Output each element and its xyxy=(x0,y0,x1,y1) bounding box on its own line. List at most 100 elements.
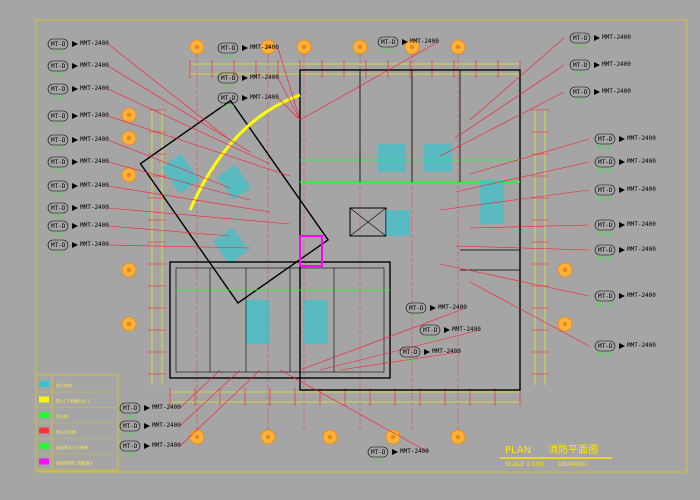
callout-note: T10-24 xyxy=(220,104,235,109)
callout-code: MMT-2400 xyxy=(80,112,109,119)
grid-bubble xyxy=(260,429,276,445)
callout-tag: MT-D MMT-2400 T10-24 xyxy=(47,83,271,165)
callout-note: T10-24 xyxy=(50,122,65,127)
callout-label: MT-D xyxy=(381,39,396,46)
grid-bubble xyxy=(352,39,368,55)
callout-note: T10-24 xyxy=(50,251,65,256)
callout-code: MMT-2400 xyxy=(80,136,109,143)
grid-bubble xyxy=(450,429,466,445)
callout-note: T10-24 xyxy=(50,214,65,219)
callout-code: MMT-2400 xyxy=(400,448,429,455)
title-cn: 消防平面图 xyxy=(548,443,598,456)
callout-note: T10-24 xyxy=(597,145,612,150)
grid-bubble xyxy=(385,429,401,445)
callout-label: MT-D xyxy=(221,75,236,82)
callout-code: MMT-2400 xyxy=(602,61,631,68)
callout-code: MMT-2400 xyxy=(80,40,109,47)
grid-bubble xyxy=(189,39,205,55)
callout-label: MT-D xyxy=(598,293,613,300)
callout-note: T10-24 xyxy=(572,71,587,76)
callout-label: MT-D xyxy=(123,405,138,412)
callout-label: MT-D xyxy=(51,205,66,212)
grid-bubble xyxy=(121,316,137,332)
callout-label: MT-D xyxy=(51,159,66,166)
legend-label: 应急照明灯 疏散指示 xyxy=(56,460,93,466)
legend-swatch xyxy=(39,396,49,403)
callout-code: MMT-2400 xyxy=(452,326,481,333)
legend-label: 自动喷水灭火系统 xyxy=(56,444,88,450)
grid-bubble xyxy=(121,167,137,183)
callout-note: T10-24 xyxy=(122,414,137,419)
callout-note: T10-24 xyxy=(50,232,65,237)
grid-bubble xyxy=(557,262,573,278)
legend-label: 防火卷帘 xyxy=(56,382,72,388)
callout-code: MMT-2400 xyxy=(438,304,467,311)
callout-note: T10-24 xyxy=(597,256,612,261)
callout-code: MMT-2400 xyxy=(627,186,656,193)
callout-label: MT-D xyxy=(598,222,613,229)
callout-tag: MT-D MMT-2400 T10-24 xyxy=(454,59,631,139)
callout-note: T10-24 xyxy=(50,95,65,100)
callout-note: T10-24 xyxy=(122,452,137,457)
callout-tag: MT-D MMT-2400 T10-24 xyxy=(439,184,656,211)
callout-code: MMT-2400 xyxy=(410,38,439,45)
callout-code: MMT-2400 xyxy=(602,88,631,95)
callout-code: MMT-2400 xyxy=(627,135,656,142)
callout-code: MMT-2400 xyxy=(627,342,656,349)
callout-label: MT-D xyxy=(598,159,613,166)
callout-code: MMT-2400 xyxy=(602,34,631,41)
legend-swatch xyxy=(39,443,49,449)
callout-note: T10-24 xyxy=(380,48,395,53)
callout-label: MT-D xyxy=(573,89,588,96)
callout-label: MT-D xyxy=(123,423,138,430)
floor-plan-drawing: MT-D MMT-2400 T10-24 MT-D MMT-2400 T10-24 MT-D… xyxy=(35,19,688,473)
callout-label: MT-D xyxy=(51,223,66,230)
callout-tag: MT-D MMT-2400 T10-24 xyxy=(469,32,631,121)
legend-swatch xyxy=(39,458,49,465)
grid-bubble xyxy=(121,107,137,123)
callout-code: MMT-2400 xyxy=(627,246,656,253)
callout-note: T10-24 xyxy=(220,54,235,59)
callout-tags: MT-D MMT-2400 T10-24 MT-D MMT-2400 T10-24 MT-D… xyxy=(47,32,656,463)
legend-table: 防火卷帘防火门 甲级防火门消火栓防火分区线自动喷水灭火系统应急照明灯 疏散指示 xyxy=(35,374,119,472)
callout-note: T10-24 xyxy=(50,168,65,173)
callout-code: MMT-2400 xyxy=(152,404,181,411)
grid-axis-bubbles xyxy=(121,39,573,445)
callout-label: MT-D xyxy=(423,327,438,334)
callout-code: MMT-2400 xyxy=(152,442,181,449)
callout-code: MMT-2400 xyxy=(152,422,181,429)
drawing-stage: MT-D MMT-2400 T10-24 MT-D MMT-2400 T10-24 MT-D… xyxy=(0,0,700,500)
callout-label: MT-D xyxy=(51,183,66,190)
callout-note: T10-24 xyxy=(370,458,385,463)
callout-tag: MT-D MMT-2400 T10-24 xyxy=(47,220,231,237)
legend-row: 消火栓 xyxy=(36,375,118,471)
callout-code: MMT-2400 xyxy=(80,204,109,211)
callout-code: MMT-2400 xyxy=(250,74,279,81)
callout-code: MMT-2400 xyxy=(432,348,461,355)
callout-label: MT-D xyxy=(51,242,66,249)
callout-code: MMT-2400 xyxy=(80,85,109,92)
callout-label: MT-D xyxy=(403,349,418,356)
callout-label: MT-D xyxy=(51,41,66,48)
callout-note: T10-24 xyxy=(50,50,65,55)
callout-label: MT-D xyxy=(409,305,424,312)
callout-label: MT-D xyxy=(573,35,588,42)
callout-label: MT-D xyxy=(371,449,386,456)
legend-label: 消火栓 xyxy=(56,413,68,419)
callout-tag: MT-D MMT-2400 T10-24 xyxy=(119,369,261,457)
callout-code: MMT-2400 xyxy=(80,158,109,165)
callout-note: T10-24 xyxy=(402,358,417,363)
legend-swatch xyxy=(39,381,49,387)
callout-code: MMT-2400 xyxy=(80,182,109,189)
callout-code: MMT-2400 xyxy=(250,94,279,101)
title-block: PLAN 消防平面图 SCALE 1:100 DRAWING xyxy=(500,443,612,468)
legend-label: 防火门 甲级防火门 xyxy=(56,398,89,404)
callout-label: MT-D xyxy=(51,63,66,70)
title-scale: SCALE 1:100 xyxy=(505,461,544,468)
grid-bubble xyxy=(121,130,137,146)
callout-label: MT-D xyxy=(51,137,66,144)
callout-code: MMT-2400 xyxy=(80,241,109,248)
callout-note: T10-24 xyxy=(597,352,612,357)
callout-label: MT-D xyxy=(573,62,588,69)
callout-label: MT-D xyxy=(598,136,613,143)
